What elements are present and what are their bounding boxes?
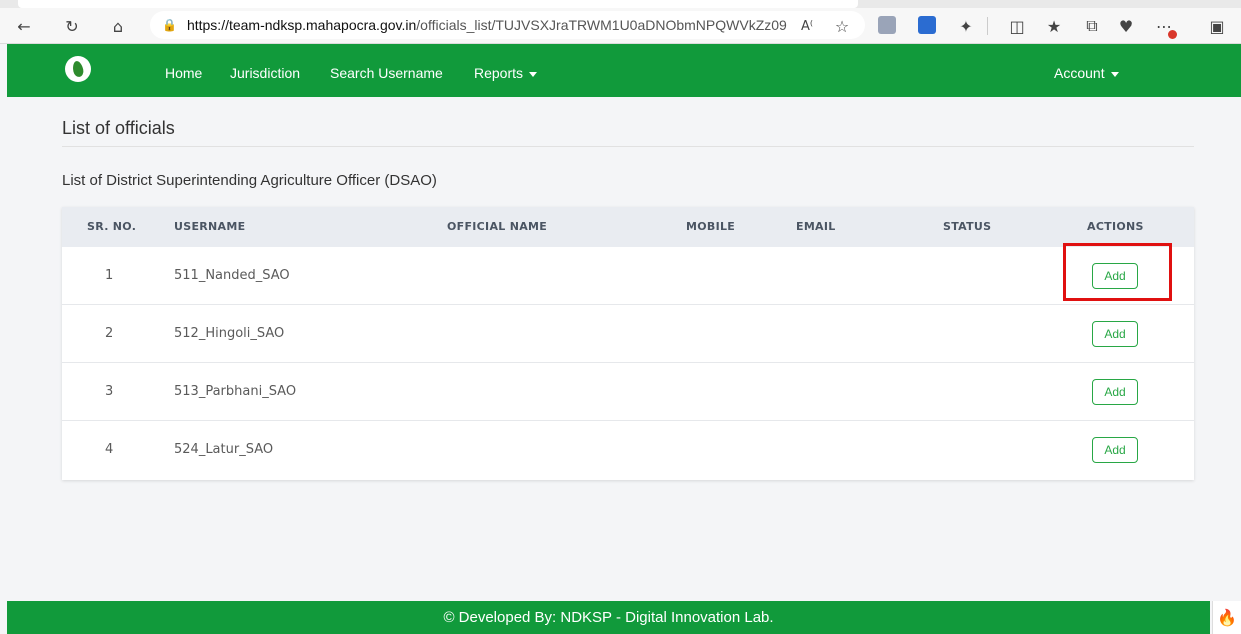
active-tab[interactable] [18, 0, 858, 8]
caret-down-icon [529, 71, 538, 77]
header-username: USERNAME [174, 220, 246, 233]
header-status: STATUS [943, 220, 992, 233]
header-official-name: OFFICIAL NAME [447, 220, 548, 233]
split-screen-icon[interactable]: ◫ [1005, 14, 1029, 38]
table-row: 4 524_Latur_SAO Add [62, 421, 1194, 479]
cell-sr-no: 1 [105, 268, 114, 283]
extension-blue-icon[interactable] [918, 16, 936, 34]
nav-account[interactable]: Account [1054, 65, 1119, 81]
header-actions: ACTIONS [1087, 220, 1144, 233]
page-footer: © Developed By: NDKSP - Digital Innovati… [7, 601, 1210, 634]
nav-home[interactable]: Home [165, 65, 202, 81]
extension-n-icon[interactable] [878, 16, 896, 34]
nav-reports-label: Reports [474, 65, 524, 81]
nav-account-label: Account [1054, 65, 1105, 81]
site-logo[interactable] [65, 56, 91, 82]
extensions-puzzle-icon[interactable]: ✦ [954, 14, 978, 38]
sidebar-icon[interactable]: ▣ [1205, 14, 1229, 38]
page-title: List of officials [62, 118, 175, 138]
url-text: https://team-ndksp.mahapocra.gov.in/offi… [187, 17, 787, 33]
read-aloud-icon[interactable]: A⁽ [795, 14, 819, 38]
table-row: 2 512_Hingoli_SAO Add [62, 305, 1194, 363]
flame-icon[interactable]: 🔥 [1212, 601, 1241, 634]
browser-essentials-icon[interactable]: ♥ [1114, 14, 1138, 38]
back-icon[interactable]: ← [12, 14, 36, 38]
collections-icon[interactable]: ⧉ [1080, 14, 1104, 38]
table-row: 3 513_Parbhani_SAO Add [62, 363, 1194, 421]
cell-username: 524_Latur_SAO [174, 442, 274, 457]
cell-username: 512_Hingoli_SAO [174, 326, 285, 341]
cell-username: 513_Parbhani_SAO [174, 384, 297, 399]
lock-icon: 🔒 [162, 18, 177, 32]
table-row: 1 511_Nanded_SAO Add [62, 247, 1194, 305]
browser-toolbar: ← ↻ ⌂ 🔒 https://team-ndksp.mahapocra.gov… [0, 0, 1241, 44]
nav-search-username[interactable]: Search Username [330, 65, 443, 81]
url-host: https://team-ndksp.mahapocra.gov.in [186, 17, 417, 33]
title-divider [62, 146, 1194, 147]
header-email: EMAIL [796, 220, 836, 233]
cell-sr-no: 3 [105, 384, 114, 399]
highlight-annotation [1063, 243, 1172, 301]
add-official-button[interactable]: Add [1092, 437, 1138, 463]
address-bar[interactable]: 🔒 https://team-ndksp.mahapocra.gov.in/of… [150, 11, 865, 39]
home-icon[interactable]: ⌂ [106, 14, 130, 38]
caret-down-icon [1110, 71, 1119, 77]
cell-username: 511_Nanded_SAO [174, 268, 290, 283]
add-official-button[interactable]: Add [1092, 379, 1138, 405]
cell-sr-no: 4 [105, 442, 114, 457]
favorite-star-icon[interactable]: ☆ [830, 14, 854, 38]
officials-table: SR. NO. USERNAME OFFICIAL NAME MOBILE EM… [62, 207, 1194, 480]
header-sr-no: SR. NO. [87, 220, 137, 233]
cell-sr-no: 2 [105, 326, 114, 341]
table-header: SR. NO. USERNAME OFFICIAL NAME MOBILE EM… [62, 207, 1194, 247]
footer-text: © Developed By: NDKSP - Digital Innovati… [443, 609, 774, 626]
refresh-icon[interactable]: ↻ [60, 14, 84, 38]
favorites-icon[interactable]: ★ [1042, 14, 1066, 38]
url-path: /officials_list/TUJVSXJraTRWM1U0aDNObmNP… [416, 17, 787, 33]
toolbar-divider [987, 17, 988, 35]
add-official-button[interactable]: Add [1092, 321, 1138, 347]
notification-badge [1168, 30, 1177, 39]
top-navbar: Home Jurisdiction Search Username Report… [7, 44, 1241, 97]
nav-reports[interactable]: Reports [474, 65, 538, 81]
header-mobile: MOBILE [686, 220, 736, 233]
nav-jurisdiction[interactable]: Jurisdiction [230, 65, 300, 81]
section-title: List of District Superintending Agricult… [62, 172, 437, 189]
leaf-icon [71, 60, 85, 78]
